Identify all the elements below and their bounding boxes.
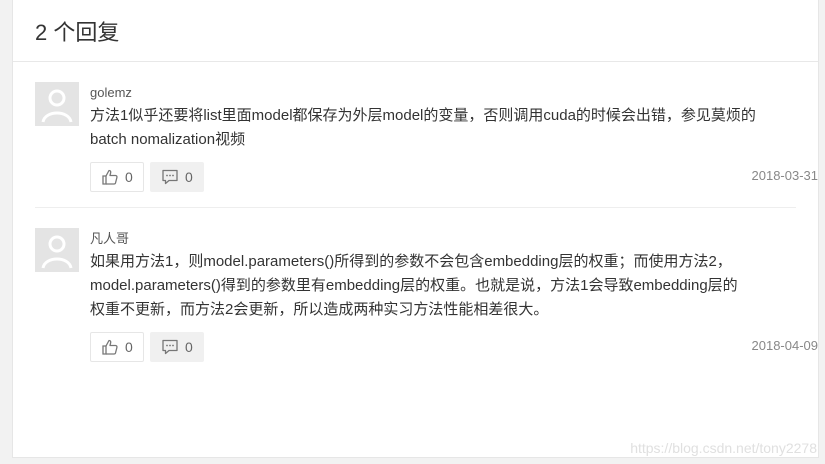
comment-text: 方法1似乎还要将list里面model都保存为外层model的变量，否则调用cu…: [90, 104, 796, 152]
comment-date: 2018-03-31: [751, 168, 819, 183]
reply-count: 0: [185, 169, 193, 185]
thumbs-up-icon: [101, 168, 119, 186]
comment-text: 如果用方法1，则model.parameters()所得到的参数不会包含embe…: [90, 250, 796, 322]
comment-date: 2018-04-09: [751, 338, 819, 353]
comments-header: 2 个回复: [13, 0, 818, 62]
comment-item: 凡人哥 如果用方法1，则model.parameters()所得到的参数不会包含…: [35, 208, 796, 368]
comment-text-line: 权重不更新，而方法2会更新，所以造成两种实习方法性能相差很大。: [90, 301, 549, 318]
comment-item: golemz 方法1似乎还要将list里面model都保存为外层model的变量…: [35, 62, 796, 208]
reply-button[interactable]: 0: [150, 332, 204, 362]
comment-icon: [161, 168, 179, 186]
like-count: 0: [125, 339, 133, 355]
comment-text-line: 方法1似乎还要将list里面model都保存为外层model的变量，否则调用cu…: [90, 107, 756, 124]
like-count: 0: [125, 169, 133, 185]
comments-panel: 2 个回复 golemz 方法1似乎还要将list里面model都保存为外层mo…: [12, 0, 819, 458]
comment-author[interactable]: golemz: [90, 84, 796, 102]
watermark: https://blog.csdn.net/tony2278: [630, 440, 817, 456]
reply-count: 0: [185, 339, 193, 355]
like-button[interactable]: 0: [90, 332, 144, 362]
comment-actions: 0 0: [90, 332, 796, 362]
thumbs-up-icon: [101, 338, 119, 356]
comment-icon: [161, 338, 179, 356]
comment-actions: 0 0: [90, 162, 796, 192]
like-button[interactable]: 0: [90, 162, 144, 192]
default-avatar-icon[interactable]: [35, 228, 79, 272]
comment-text-line: model.parameters()得到的参数里有embedding层的权重。也…: [90, 277, 738, 294]
default-avatar-icon[interactable]: [35, 82, 79, 126]
comment-text-line: 如果用方法1，则model.parameters()所得到的参数不会包含embe…: [90, 253, 732, 270]
comment-author[interactable]: 凡人哥: [90, 230, 796, 248]
reply-button[interactable]: 0: [150, 162, 204, 192]
reply-count-title: 2 个回复: [35, 19, 120, 45]
comment-text-line: batch nomalization视频: [90, 131, 246, 148]
